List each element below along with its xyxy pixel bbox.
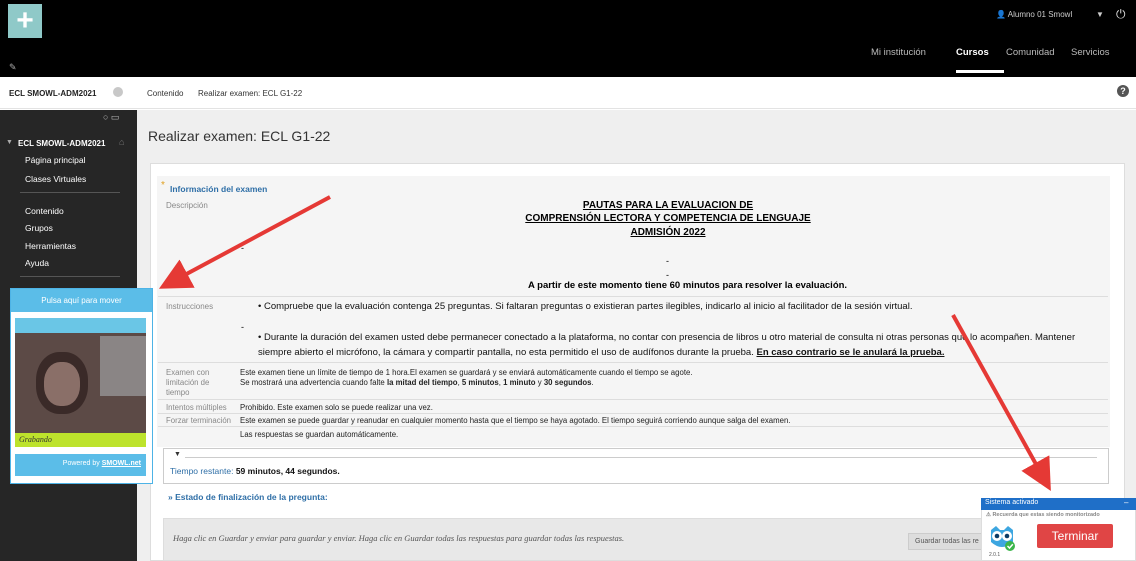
nav-mi-institucion[interactable]: Mi institución (871, 47, 926, 58)
bullet-2-warning: En caso contrario se le anulará la prueb… (756, 347, 945, 358)
time-limit-label-2: limitación de (166, 378, 210, 387)
bullet-2-text: Durante la duración del examen usted deb… (258, 332, 1076, 358)
minimize-icon[interactable]: – (1124, 498, 1128, 507)
camera-background (100, 336, 146, 396)
system-panel-header: Sistema activado (981, 498, 1136, 510)
multiple-attempts-label: Intentos múltiples (166, 403, 227, 412)
camera-feed-top (15, 318, 146, 333)
save-all-answers-button[interactable]: Guardar todas las re (908, 533, 988, 550)
caret-down-icon[interactable]: ▼ (1096, 10, 1104, 19)
sidebar-item-herramientas[interactable]: Herramientas (25, 241, 76, 251)
user-name: Alumno 01 Smowl (1007, 10, 1073, 19)
instruction-bullet-1: • Compruebe que la evaluación contenga 2… (258, 301, 913, 312)
camera-person-face (44, 362, 80, 406)
top-bar (0, 0, 1136, 77)
time-limit-text-2i: . (591, 378, 594, 387)
pautas-line-1: PAUTAS PARA LA EVALUACION DE (582, 200, 754, 211)
force-completion-text: Este examen se puede guardar y reanudar … (240, 416, 791, 425)
autosave-text: Las respuestas se guardan automáticament… (240, 430, 399, 439)
nav-servicios[interactable]: Servicios (1071, 47, 1110, 58)
time-remaining: Tiempo restante: 59 minutos, 44 segundos… (170, 466, 340, 476)
recording-status: Grabando (15, 433, 146, 447)
breadcrumb-course[interactable]: ECL SMOWL-ADM2021 (9, 89, 96, 98)
required-star-icon: * (161, 180, 165, 191)
power-icon[interactable]: ⏻ (1116, 7, 1126, 22)
breadcrumb-contenido[interactable]: Contenido (147, 89, 183, 98)
bullet-1-text: Compruebe que la evaluación contenga 25 … (263, 301, 913, 312)
dash-text: - (241, 243, 244, 253)
dash-text: - (241, 322, 244, 332)
instruction-bullet-2: • Durante la duración del examen usted d… (258, 332, 1076, 358)
sidebar-item-contenido[interactable]: Contenido (25, 206, 64, 216)
pautas-line-3: ADMISIÓN 2022 (630, 227, 706, 238)
edit-brush-icon[interactable]: ✎ (9, 62, 17, 73)
time-limit-text-2f: 1 minuto (503, 378, 536, 387)
plus-logo-icon[interactable]: + (8, 4, 42, 38)
time-limit-text-2a: Se mostrará una advertencia cuando falte (240, 378, 387, 387)
sidebar-course-title[interactable]: ECL SMOWL-ADM2021 (18, 139, 105, 148)
collapse-icon[interactable]: ▼ (6, 139, 13, 146)
time-limit-label: Examen con limitación de tiempo (166, 368, 209, 398)
home-icon[interactable]: ⌂ (119, 137, 124, 147)
powered-by: Powered by SMOWL.net (15, 454, 146, 476)
sidebar-item-clases-virtuales[interactable]: Clases Virtuales (25, 174, 86, 184)
time-limit-label-3: tiempo (166, 388, 190, 397)
row-divider (158, 426, 1108, 427)
time-notice: A partir de este momento tiene 60 minuto… (528, 280, 848, 291)
time-limit-text-2g: y (535, 378, 544, 387)
help-icon[interactable]: ? (1117, 85, 1129, 97)
sidebar-tools-icons[interactable]: ○ ▭ (103, 112, 119, 123)
instructions-label: Instrucciones (166, 302, 214, 311)
camera-drag-handle[interactable]: Pulsa aquí para mover (11, 289, 152, 312)
nav-cursos[interactable]: Cursos (956, 47, 989, 58)
owl-icon (991, 526, 1015, 551)
user-menu[interactable]: 👤 Alumno 01 Smowl (996, 10, 1072, 19)
terminate-button[interactable]: Terminar (1037, 524, 1113, 548)
powered-brand-link[interactable]: SMOWL.net (102, 460, 141, 467)
question-status-toggle[interactable]: » Estado de finalización de la pregunta: (168, 492, 328, 502)
multiple-attempts-text: Prohibido. Este examen solo se puede rea… (240, 403, 433, 412)
exam-info-heading: Información del examen (170, 184, 268, 194)
pautas-line-2: COMPRENSIÓN LECTORA Y COMPETENCIA DE LEN… (525, 213, 811, 224)
submit-hint: Haga clic en Guardar y enviar para guard… (173, 533, 625, 543)
sidebar-item-ayuda[interactable]: Ayuda (25, 258, 49, 268)
time-limit-text-1: Este examen tiene un límite de tiempo de… (240, 368, 693, 377)
row-divider (158, 399, 1108, 400)
active-nav-indicator (956, 70, 1004, 73)
time-remaining-value: 59 minutos, 44 segundos. (235, 466, 340, 476)
nav-comunidad[interactable]: Comunidad (1006, 47, 1055, 58)
breadcrumb-current: Realizar examen: ECL G1-22 (198, 89, 303, 98)
page-title: Realizar examen: ECL G1-22 (148, 128, 331, 144)
time-limit-text-2h: 30 segundos (543, 378, 592, 387)
collapse-timer-icon[interactable]: ▼ (174, 451, 181, 458)
version-label: 2.0.1 (989, 552, 1001, 558)
row-divider (158, 362, 1108, 363)
sidebar-divider (20, 192, 120, 193)
force-completion-label: Forzar terminación (166, 416, 231, 425)
sidebar-item-grupos[interactable]: Grupos (25, 223, 53, 233)
powered-prefix: Powered by (62, 460, 102, 467)
question-status-label: Estado de finalización de la pregunta: (175, 492, 328, 502)
monitoring-notice: ⚠ Recuerda que estas siendo monitorizado (986, 512, 1100, 518)
sidebar-item-pagina-principal[interactable]: Página principal (25, 155, 85, 165)
row-divider (158, 413, 1108, 414)
row-divider (158, 296, 1108, 297)
timer-divider (185, 457, 1097, 458)
time-limit-text-2d: 5 minutos (461, 378, 499, 387)
dash-text: - (666, 270, 669, 280)
sidebar-divider (20, 276, 120, 277)
course-menu-icon[interactable] (113, 87, 123, 97)
time-limit-label-1: Examen con (166, 368, 210, 377)
time-limit-text-2b: la mitad del tiempo (386, 378, 458, 387)
time-limit-text-2: Se mostrará una advertencia cuando falte… (240, 378, 594, 388)
time-remaining-label: Tiempo restante: (170, 466, 236, 476)
dash-text: - (666, 256, 669, 266)
user-icon: 👤 (996, 10, 1008, 19)
